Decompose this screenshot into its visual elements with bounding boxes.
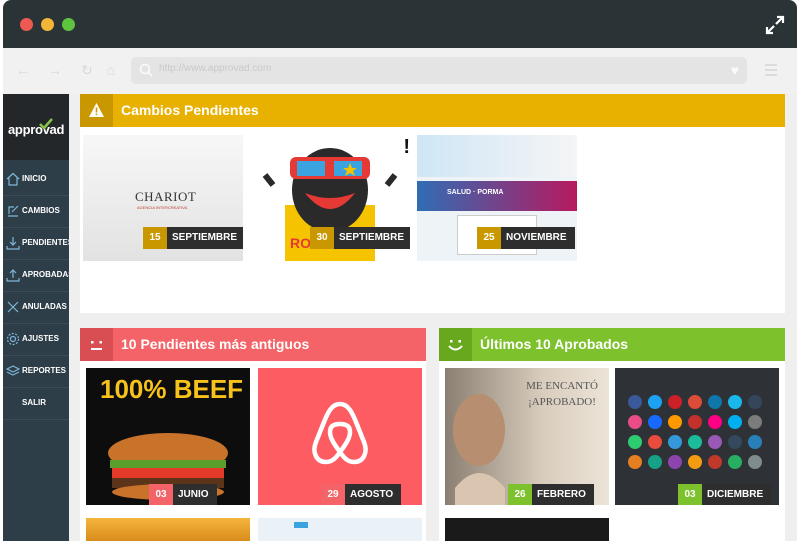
date-day: 03: [678, 484, 702, 505]
sidebar-item-salir[interactable]: SALIR: [3, 388, 69, 420]
gear-icon: [6, 332, 20, 346]
sidebar-item-reportes[interactable]: REPORTES: [3, 356, 69, 388]
date-badge: 30 SEPTIEMBRE: [310, 227, 410, 249]
project-thumbnail-partial[interactable]: [445, 518, 609, 541]
date-day: 15: [143, 227, 167, 249]
logo-check-icon: [39, 118, 53, 130]
thumb-caption: SALUD · PORMA: [447, 189, 504, 196]
project-thumbnail-partial[interactable]: [258, 518, 422, 541]
date-month: AGOSTO: [345, 484, 402, 505]
x-icon: [7, 301, 19, 313]
date-month: NOVIEMBRE: [501, 227, 575, 249]
download-icon: [6, 237, 20, 250]
edit-icon: [8, 205, 19, 217]
url-text: http://www.approvad.com: [159, 63, 272, 74]
sidebar-item-inicio[interactable]: INICIO: [3, 164, 69, 196]
layers-icon: [6, 365, 20, 376]
browser-menu-icon[interactable]: [765, 64, 777, 79]
date-day: 26: [508, 484, 532, 505]
sidebar-item-label: AJUSTES: [22, 334, 59, 343]
date-day: 25: [477, 227, 501, 249]
date-day: 29: [321, 484, 345, 505]
date-month: SEPTIEMBRE: [167, 227, 243, 249]
logo-text: approvad: [8, 122, 65, 137]
bookmark-heart-icon[interactable]: ♥: [731, 62, 739, 78]
date-badge: 03 DICIEMBRE: [678, 484, 772, 505]
sidebar-item-label: ANULADAS: [22, 302, 67, 311]
forward-icon[interactable]: →: [47, 62, 63, 78]
panel-title: Cambios Pendientes: [121, 102, 259, 118]
pending-changes-header: Cambios Pendientes: [80, 94, 785, 127]
svg-text:!: !: [403, 136, 410, 158]
oldest-pending-header: 10 Pendientes más antiguos: [80, 328, 426, 361]
home-browser-icon[interactable]: ⌂: [103, 62, 119, 78]
minimize-window-button[interactable]: [41, 18, 54, 31]
date-month: SEPTIEMBRE: [334, 227, 410, 249]
last-approved-panel: Últimos 10 Aprobados ME ENCANTÓ ¡APROBAD…: [439, 328, 785, 541]
search-icon: [139, 63, 153, 77]
window-titlebar: [3, 0, 797, 48]
date-day: 30: [310, 227, 334, 249]
sidebar-item-label: APROBADAS: [22, 270, 74, 279]
project-thumbnail[interactable]: 03 DICIEMBRE: [615, 368, 779, 505]
sidebar: approvad INICIO CAMBIOS PENDIENTES APROB…: [3, 94, 74, 541]
sidebar-item-cambios[interactable]: CAMBIOS: [3, 196, 69, 228]
sidebar-item-label: SALIR: [22, 398, 46, 407]
panel-title: 10 Pendientes más antiguos: [121, 336, 310, 352]
project-thumbnail-partial[interactable]: [86, 518, 250, 541]
address-bar[interactable]: http://www.approvad.com ♥: [131, 57, 747, 84]
thumb-caption: ME ENCANTÓ ¡APROBADO!: [526, 380, 598, 408]
date-badge: 03 JUNIO: [149, 484, 217, 505]
sidebar-nav: INICIO CAMBIOS PENDIENTES APROBADAS ANUL…: [3, 164, 74, 420]
sidebar-item-label: INICIO: [22, 174, 47, 183]
fullscreen-icon[interactable]: [765, 15, 785, 35]
date-day: 03: [149, 484, 173, 505]
thumb-logo-sub: AGENCIA INTERCREATIVA: [137, 205, 188, 210]
main-content: Cambios Pendientes CHARIOT AGENCIA INTER…: [69, 94, 797, 541]
maximize-window-button[interactable]: [62, 18, 75, 31]
sidebar-item-label: REPORTES: [22, 366, 67, 375]
project-thumbnail[interactable]: ME ENCANTÓ ¡APROBADO! 26 FEBRERO: [445, 368, 609, 505]
pending-changes-panel: Cambios Pendientes CHARIOT AGENCIA INTER…: [80, 94, 785, 313]
thumb-logo-text: CHARIOT: [135, 189, 197, 204]
project-thumbnail[interactable]: CHARIOT AGENCIA INTERCREATIVA 15 SEPTIEM…: [83, 135, 243, 261]
project-thumbnail[interactable]: ! ROCK STAR 30 SEPTIEMBRE: [250, 135, 410, 261]
back-icon[interactable]: ←: [15, 62, 31, 78]
date-month: JUNIO: [173, 484, 217, 505]
sidebar-item-label: PENDIENTES: [22, 238, 74, 247]
date-badge: 25 NOVIEMBRE: [477, 227, 575, 249]
upload-icon: [6, 269, 20, 282]
sidebar-item-pendientes[interactable]: PENDIENTES: [3, 228, 73, 260]
reload-icon[interactable]: ↻: [79, 62, 95, 78]
date-month: DICIEMBRE: [702, 484, 772, 505]
last-approved-header: Últimos 10 Aprobados: [439, 328, 785, 361]
sidebar-item-label: CAMBIOS: [22, 206, 60, 215]
neutral-face-icon: [80, 328, 113, 361]
smile-icon: [439, 328, 472, 361]
sidebar-item-anuladas[interactable]: ANULADAS: [3, 292, 69, 324]
sidebar-item-aprobadas[interactable]: APROBADAS: [3, 260, 74, 292]
sidebar-item-ajustes[interactable]: AJUSTES: [3, 324, 69, 356]
browser-window: ← → ↻ ⌂ http://www.approvad.com ♥ approv…: [3, 0, 797, 541]
date-badge: 15 SEPTIEMBRE: [143, 227, 243, 249]
project-thumbnail[interactable]: 29 AGOSTO: [258, 368, 422, 505]
date-badge: 29 AGOSTO: [321, 484, 402, 505]
warning-icon: [80, 94, 113, 127]
close-window-button[interactable]: [20, 18, 33, 31]
project-thumbnail[interactable]: 100% BEEF 03 JUNIO: [86, 368, 250, 505]
oldest-pending-panel: 10 Pendientes más antiguos 100% BEEF 03 …: [80, 328, 426, 541]
date-badge: 26 FEBRERO: [508, 484, 594, 505]
date-month: FEBRERO: [532, 484, 594, 505]
panel-title: Últimos 10 Aprobados: [480, 336, 629, 352]
browser-toolbar: ← → ↻ ⌂ http://www.approvad.com ♥: [3, 48, 797, 94]
home-icon: [6, 172, 20, 186]
project-thumbnail[interactable]: SALUD · PORMA 25 NOVIEMBRE: [417, 135, 577, 261]
app-logo[interactable]: approvad: [3, 94, 69, 160]
